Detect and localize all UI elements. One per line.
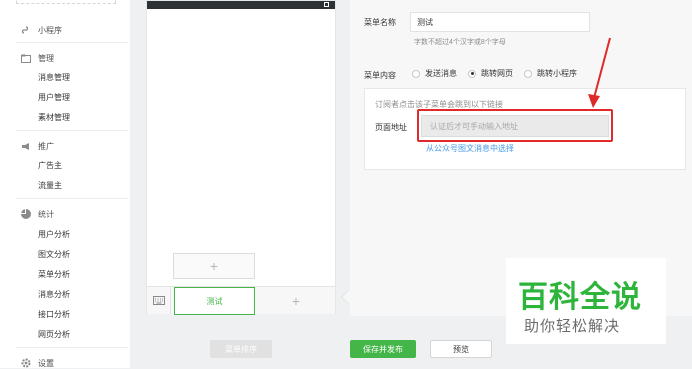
select-from-articles-link[interactable]: 从公众号图文消息中选择 xyxy=(426,143,514,154)
sidebar-item-mini-program[interactable]: 小程序 xyxy=(20,24,62,36)
add-menu-button[interactable]: + xyxy=(257,287,335,315)
sidebar-item-material-manage[interactable]: 素材管理 xyxy=(38,112,70,123)
menu-name-label: 菜单名称 xyxy=(364,18,396,27)
preview-button[interactable]: 预览 xyxy=(430,340,492,358)
watermark-subtitle: 助你轻松解决 xyxy=(524,318,621,335)
menu-name-hint: 字数不超过4个汉字或8个字母 xyxy=(414,39,506,46)
preview-menu-bar: 测试 + xyxy=(147,286,335,315)
watermark-title: 百科全说 xyxy=(518,280,642,315)
radio-dot-selected xyxy=(468,69,476,78)
phone-title-bar xyxy=(147,1,335,9)
menu-item-active[interactable]: 测试 xyxy=(174,287,255,315)
annotation-arrow xyxy=(588,37,611,108)
sidebar-item-label: 设置 xyxy=(38,358,54,368)
radio-label: 跳转网页 xyxy=(481,69,513,78)
sidebar: 小程序 管理 消息管理 用户管理 素材管理 推广 广告主 流量主 统计 用户分析… xyxy=(0,0,130,368)
pie-chart-icon xyxy=(20,208,32,220)
sidebar-item-api-analysis[interactable]: 接口分析 xyxy=(38,309,70,320)
sidebar-item-user-manage[interactable]: 用户管理 xyxy=(38,92,70,103)
sidebar-item-message-analysis[interactable]: 消息分析 xyxy=(38,289,70,300)
sidebar-group-label: 统计 xyxy=(38,209,54,219)
page-url-label: 页面地址 xyxy=(375,123,407,132)
divider xyxy=(16,347,128,348)
radio-send-message[interactable]: 发送消息 xyxy=(412,68,457,79)
save-publish-button[interactable]: 保存并发布 xyxy=(350,340,416,358)
sidebar-item-article-analysis[interactable]: 图文分析 xyxy=(38,249,70,260)
sidebar-top-box xyxy=(16,0,116,4)
radio-jump-webpage[interactable]: 跳转网页 xyxy=(468,68,513,79)
radio-label: 跳转小程序 xyxy=(537,69,577,78)
add-submenu-button[interactable]: + xyxy=(173,253,255,279)
sidebar-item-settings[interactable]: 设置 xyxy=(20,357,54,369)
radio-dot xyxy=(524,69,532,78)
radio-jump-mini-program[interactable]: 跳转小程序 xyxy=(524,68,577,79)
folder-icon xyxy=(20,52,32,64)
radio-dot xyxy=(412,69,420,78)
url-settings-box: 订阅者点击该子菜单会跳到以下链接 页面地址 认证后才可手动输入地址 从公众号图文… xyxy=(364,88,686,170)
mini-program-icon xyxy=(20,24,32,36)
divider xyxy=(16,198,128,199)
sidebar-group-stats: 统计 xyxy=(20,208,54,220)
sidebar-group-manage: 管理 xyxy=(20,52,54,64)
sidebar-item-traffic-owner[interactable]: 流量主 xyxy=(38,180,62,191)
sidebar-item-advertiser[interactable]: 广告主 xyxy=(38,160,62,171)
sidebar-item-user-analysis[interactable]: 用户分析 xyxy=(38,229,70,240)
sidebar-item-menu-analysis[interactable]: 菜单分析 xyxy=(38,269,70,280)
sidebar-item-message-manage[interactable]: 消息管理 xyxy=(38,72,70,83)
sidebar-group-label: 推广 xyxy=(38,141,54,151)
menu-content-label: 菜单内容 xyxy=(364,71,396,80)
sidebar-group-promote: 推广 xyxy=(20,140,54,152)
gear-icon xyxy=(20,357,32,369)
sidebar-item-label: 小程序 xyxy=(38,25,62,35)
divider xyxy=(16,42,128,43)
keyboard-icon[interactable] xyxy=(147,287,171,314)
menu-name-value: 测试 xyxy=(417,17,433,27)
megaphone-icon xyxy=(20,140,32,152)
profile-icon xyxy=(324,2,329,7)
menu-sort-button[interactable]: 菜单排序 xyxy=(210,340,272,358)
menu-preview-phone: + 测试 + xyxy=(146,0,336,315)
watermark: 百科全说 助你轻松解决 xyxy=(506,258,666,344)
divider xyxy=(16,130,128,131)
menu-name-input[interactable]: 测试 xyxy=(410,12,590,32)
radio-label: 发送消息 xyxy=(425,69,457,78)
menu-content-radio-group: 发送消息 跳转网页 跳转小程序 xyxy=(412,68,588,79)
sidebar-item-web-analysis[interactable]: 网页分析 xyxy=(38,329,70,340)
sidebar-group-label: 管理 xyxy=(38,53,54,63)
